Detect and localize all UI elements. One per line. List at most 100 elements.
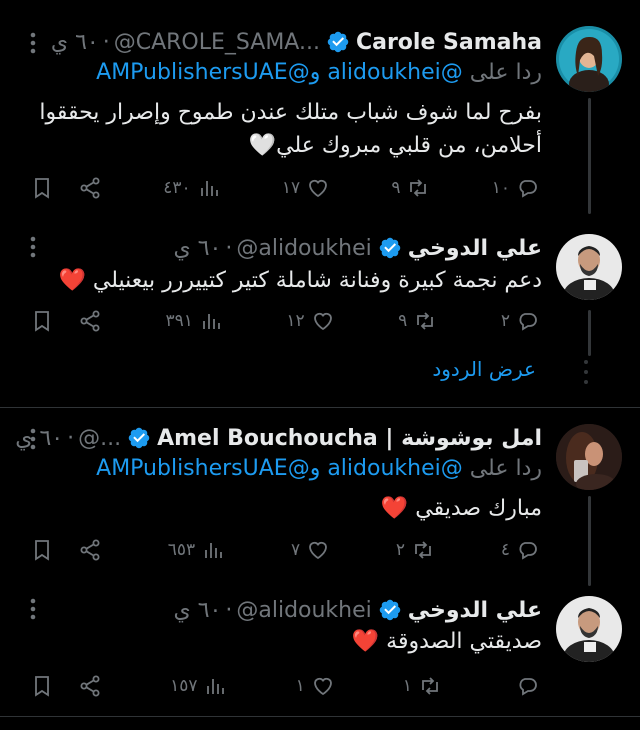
retweet-count: ٩ bbox=[398, 311, 408, 331]
views-button[interactable]: ٤٣٠ bbox=[163, 176, 220, 200]
retweet-button[interactable]: ٩ bbox=[398, 309, 437, 333]
handle[interactable]: @CAROLE_SAMA... bbox=[114, 30, 320, 55]
retweet-icon bbox=[410, 179, 427, 197]
reply-icon bbox=[519, 313, 537, 331]
views-icon bbox=[200, 181, 218, 196]
separator: · bbox=[102, 29, 110, 55]
verified-badge-icon bbox=[128, 427, 150, 449]
tweet-actions: ٢ ٩ ١٢ ٣٩١ bbox=[30, 303, 540, 339]
display-name[interactable]: Carole Samaha bbox=[356, 30, 542, 55]
separator: · bbox=[225, 597, 233, 623]
tweet-secondary-actions bbox=[30, 538, 102, 562]
handle[interactable]: @alidoukhei bbox=[236, 598, 371, 623]
bookmark-icon[interactable] bbox=[30, 176, 54, 200]
like-button[interactable]: ١٢ bbox=[286, 309, 334, 333]
reply-count: ٢ bbox=[500, 311, 510, 331]
views-count: ٤٣٠ bbox=[163, 178, 191, 198]
views-button[interactable]: ٦٥٣ bbox=[168, 538, 225, 562]
views-button[interactable]: ٣٩١ bbox=[166, 309, 223, 333]
show-replies-link[interactable]: عرض الردود bbox=[432, 357, 536, 381]
reply-count: ٤ bbox=[500, 540, 510, 560]
views-button[interactable]: ١٥٧ bbox=[170, 674, 227, 698]
retweet-button[interactable]: ١ bbox=[403, 674, 442, 698]
separator: · bbox=[67, 425, 75, 451]
retweet-button[interactable]: ٢ bbox=[396, 538, 435, 562]
separator: · bbox=[225, 235, 233, 261]
verified-badge-icon bbox=[379, 599, 401, 621]
avatar[interactable] bbox=[556, 424, 622, 490]
like-count: ٧ bbox=[290, 540, 301, 560]
tweet-secondary-actions bbox=[30, 176, 102, 200]
timestamp[interactable]: ٦٠ ي bbox=[174, 236, 222, 261]
heart-icon bbox=[309, 179, 328, 198]
reply-prefix: ردا على bbox=[469, 60, 542, 85]
divider bbox=[0, 407, 640, 408]
reply-button[interactable]: ١٠ bbox=[492, 176, 540, 200]
like-count: ١٧ bbox=[281, 178, 301, 198]
more-icon[interactable] bbox=[18, 594, 48, 624]
reply-icon bbox=[519, 542, 537, 560]
thread-line bbox=[588, 310, 591, 356]
tweet-text: مبارك صديقي ❤️ bbox=[22, 492, 542, 525]
views-count: ٦٥٣ bbox=[167, 540, 196, 560]
verified-badge-icon bbox=[327, 31, 349, 53]
timestamp[interactable]: ٦٠ ي bbox=[174, 598, 222, 623]
timestamp[interactable]: ٦٠ ي bbox=[51, 30, 99, 55]
bookmark-icon[interactable] bbox=[30, 538, 54, 562]
tweet-text-line: أحلامن، من قلبي مبروك علي🤍 bbox=[248, 133, 542, 158]
retweet-icon bbox=[422, 677, 438, 695]
reply-prefix: ردا على bbox=[469, 456, 542, 481]
tweet-actions: ١٠ ٩ ١٧ ٤٣٠ bbox=[30, 170, 540, 206]
heart-icon bbox=[309, 541, 328, 560]
views-icon bbox=[207, 679, 225, 694]
share-icon[interactable] bbox=[78, 674, 102, 698]
tweet-actions: ٤ ٢ ٧ ٦٥٣ bbox=[30, 532, 540, 568]
tweet-text: بفرح لما شوف شباب متلك عندن طموح وإصرار … bbox=[22, 96, 542, 162]
reply-button[interactable] bbox=[510, 674, 540, 698]
like-button[interactable]: ٧ bbox=[291, 538, 330, 562]
retweet-count: ٢ bbox=[395, 540, 406, 560]
share-icon[interactable] bbox=[78, 176, 102, 200]
avatar[interactable] bbox=[556, 596, 622, 662]
tweet-secondary-actions bbox=[30, 309, 102, 333]
tweet-text: دعم نجمة كبيرة وفنانة شاملة كتير كتييررر… bbox=[22, 264, 543, 297]
avatar[interactable] bbox=[556, 234, 622, 300]
handle[interactable]: @alidoukhei bbox=[236, 236, 371, 261]
bookmark-icon[interactable] bbox=[30, 309, 54, 333]
like-count: ١٢ bbox=[286, 311, 305, 331]
thread-line bbox=[588, 98, 591, 214]
tweet-text-line: مبارك صديقي ❤️ bbox=[380, 496, 542, 521]
avatar[interactable] bbox=[556, 26, 622, 92]
reply-users-link[interactable]: @alidoukhei و@AMPublishersUAE bbox=[96, 60, 463, 85]
reply-button[interactable]: ٢ bbox=[501, 309, 540, 333]
more-icon[interactable] bbox=[18, 232, 48, 262]
like-count: ١ bbox=[295, 676, 305, 696]
tweet-header: علي الدوخي @alidoukhei · ٦٠ ي bbox=[174, 592, 543, 628]
display-name[interactable]: علي الدوخي bbox=[408, 598, 542, 623]
reply-icon bbox=[519, 180, 537, 198]
more-icon[interactable] bbox=[18, 424, 48, 454]
tweet-text-line: دعم نجمة كبيرة وفنانة شاملة كتير كتييررر… bbox=[58, 268, 543, 293]
reply-users-link[interactable]: @alidoukhei و@AMPublishersUAE bbox=[96, 456, 463, 481]
tweet-header: Amel Bouchoucha | امل بوشوشة @... · ٦٠ ي bbox=[15, 420, 542, 456]
share-icon[interactable] bbox=[78, 309, 102, 333]
like-button[interactable]: ١٧ bbox=[282, 176, 330, 200]
divider bbox=[0, 716, 640, 717]
display-name[interactable]: علي الدوخي bbox=[408, 236, 542, 261]
more-icon[interactable] bbox=[18, 28, 48, 58]
handle[interactable]: @... bbox=[78, 426, 121, 451]
bookmark-icon[interactable] bbox=[30, 674, 54, 698]
heart-icon bbox=[313, 677, 332, 696]
retweet-button[interactable]: ٩ bbox=[391, 176, 430, 200]
like-button[interactable]: ١ bbox=[296, 674, 335, 698]
tweet-actions: ١ ١ ١٥٧ bbox=[30, 668, 540, 704]
thread-dots bbox=[584, 360, 588, 390]
tweet-header: Carole Samaha @CAROLE_SAMA... · ٦٠ ي bbox=[51, 24, 542, 60]
display-name[interactable]: Amel Bouchoucha | امل بوشوشة bbox=[157, 426, 542, 451]
reply-button[interactable]: ٤ bbox=[501, 538, 540, 562]
retweet-icon bbox=[415, 541, 431, 559]
retweet-count: ١ bbox=[402, 676, 412, 696]
tweet-header: علي الدوخي @alidoukhei · ٦٠ ي bbox=[174, 230, 543, 266]
tweet-secondary-actions bbox=[30, 674, 102, 698]
share-icon[interactable] bbox=[78, 538, 102, 562]
